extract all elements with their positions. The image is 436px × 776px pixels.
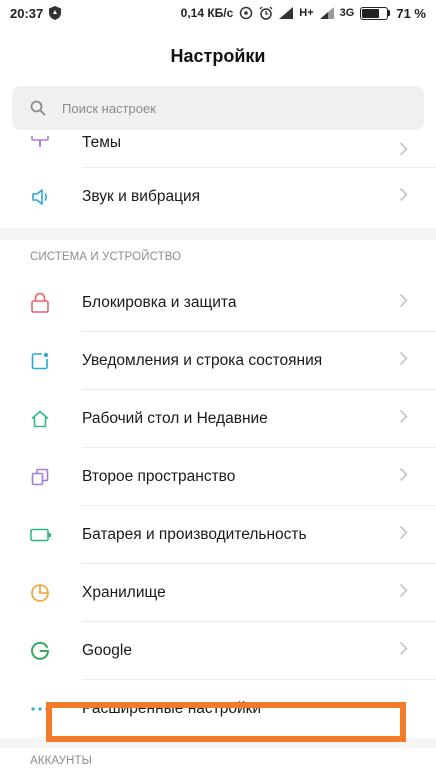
search-input[interactable]: Поиск настроек	[12, 86, 424, 130]
highlight-box	[46, 702, 406, 742]
list-item-label: Google	[82, 642, 132, 659]
speaker-icon	[30, 187, 52, 207]
network-3g: 3G	[339, 7, 355, 19]
list-item-label: Второе пространство	[82, 468, 236, 485]
lock-icon	[30, 292, 50, 314]
list-item-label: Батарея и производительность	[82, 526, 307, 543]
list-item-label: Рабочий стол и Недавние	[82, 410, 268, 427]
chevron-right-icon	[399, 293, 408, 313]
chevron-right-icon	[399, 641, 408, 661]
network-hplus: H+	[299, 7, 314, 19]
chevron-right-icon	[399, 467, 408, 487]
shield-icon	[49, 6, 62, 20]
list-item-storage[interactable]: Хранилище	[0, 564, 436, 622]
chevron-right-icon	[399, 409, 408, 429]
alarm-icon	[259, 6, 273, 20]
battery-fill	[362, 8, 380, 18]
status-bar: 20:37 0,14 КБ/с H+ 3G 71 %	[0, 0, 436, 26]
second-space-icon	[30, 467, 50, 487]
chevron-right-icon	[399, 142, 408, 161]
list-item-label: Блокировка и защита	[82, 294, 237, 311]
list-item-sound[interactable]: Звук и вибрация	[0, 168, 436, 226]
battery-icon	[30, 528, 52, 542]
section-system: СИСТЕМА И УСТРОЙСТВО Блокировка и защита…	[0, 228, 436, 774]
list-item-second-space[interactable]: Второе пространство	[0, 448, 436, 506]
list-item-home[interactable]: Рабочий стол и Недавние	[0, 390, 436, 448]
search-placeholder: Поиск настроек	[62, 100, 156, 116]
chevron-right-icon	[399, 583, 408, 603]
search-icon	[30, 100, 46, 116]
chevron-right-icon	[399, 525, 408, 545]
battery-percent: 71 %	[396, 5, 426, 21]
chevron-right-icon	[399, 351, 408, 371]
battery-indicator	[360, 6, 391, 20]
list-item-battery[interactable]: Батарея и производительность	[0, 506, 436, 564]
signal-icon-1	[279, 7, 294, 19]
list-item-label: Хранилище	[82, 584, 166, 601]
home-icon	[30, 409, 50, 429]
list-item-label: Темы	[82, 136, 122, 151]
list-top: Темы Звук и вибрация	[0, 136, 436, 226]
hotspot-icon	[239, 6, 253, 20]
status-speed: 0,14 КБ/с	[180, 6, 234, 20]
list-item-lock[interactable]: Блокировка и защита	[0, 274, 436, 332]
storage-icon	[30, 583, 50, 603]
status-time: 20:37	[10, 5, 44, 21]
section-header-accounts: АККАУНТЫ	[30, 755, 92, 767]
list-item-label: Уведомления и строка состояния	[82, 352, 323, 369]
page-title: Настройки	[170, 46, 266, 66]
section-header: СИСТЕМА И УСТРОЙСТВО	[30, 251, 182, 263]
themes-icon	[30, 136, 50, 150]
list-item-label: Звук и вибрация	[82, 188, 200, 205]
notification-icon	[30, 351, 50, 371]
list-item-themes[interactable]: Темы	[0, 136, 436, 168]
list-item-notifications[interactable]: Уведомления и строка состояния	[0, 332, 436, 390]
google-icon	[30, 641, 50, 661]
chevron-right-icon	[399, 187, 408, 207]
list-item-google[interactable]: Google	[0, 622, 436, 680]
signal-icon-2	[319, 7, 334, 19]
